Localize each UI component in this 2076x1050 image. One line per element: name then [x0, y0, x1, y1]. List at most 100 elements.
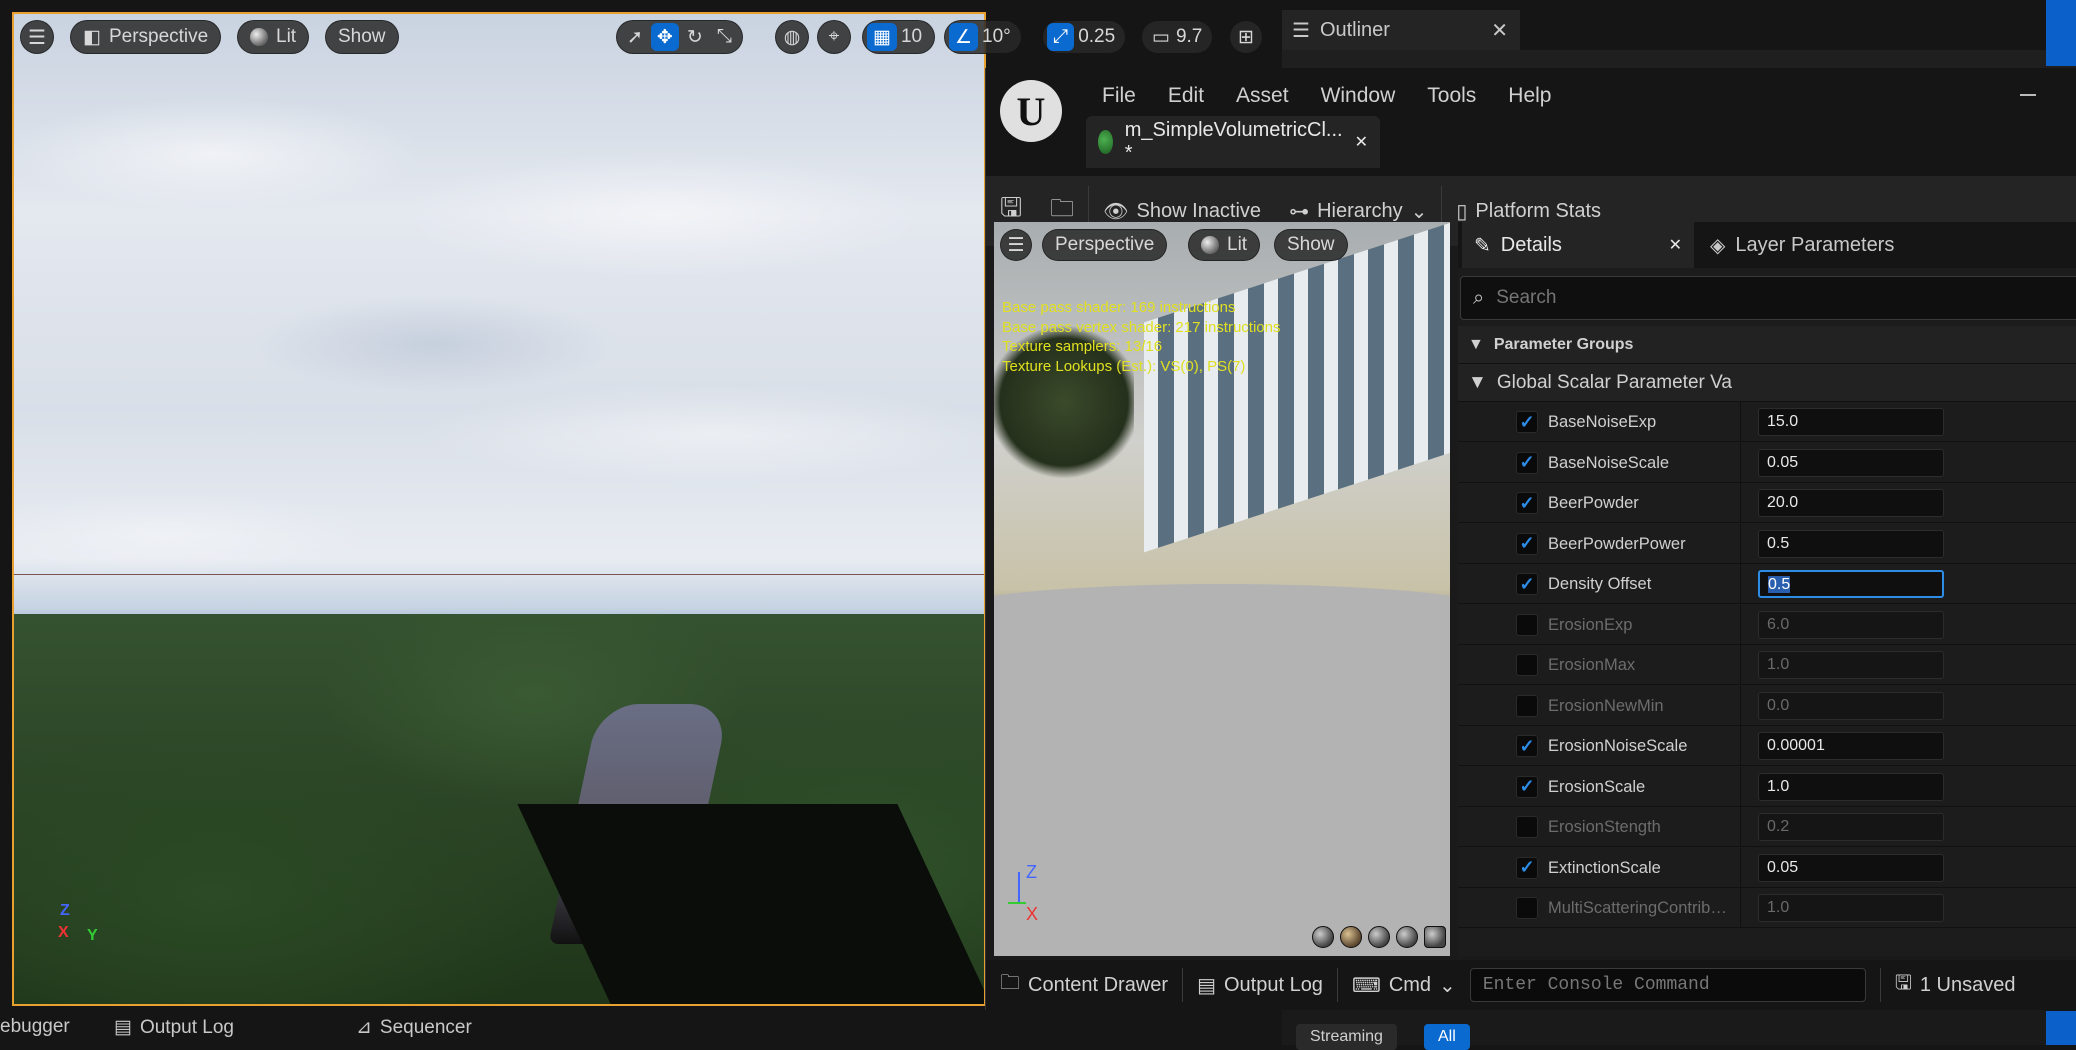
eye-icon: 👁	[1103, 200, 1129, 223]
parameter-value-field[interactable]: 1.0	[1758, 651, 1944, 679]
parameter-enable-checkbox[interactable]	[1516, 654, 1538, 676]
preview-shape-cube-icon[interactable]	[1396, 926, 1418, 948]
scale-mode-icon[interactable]: ⤡	[711, 20, 738, 54]
angle-snap-icon[interactable]: ∠	[949, 23, 979, 51]
select-mode-icon[interactable]: ➚	[621, 20, 649, 54]
preview-shape-custom-icon[interactable]	[1424, 926, 1446, 948]
parameter-enable-checkbox[interactable]: ✓	[1516, 451, 1538, 474]
tab-debugger[interactable]: ebugger	[0, 1016, 70, 1038]
preview-show-button[interactable]: Show	[1274, 229, 1348, 261]
menu-file[interactable]: File	[1086, 76, 1152, 116]
parameter-groups-label: Parameter Groups	[1493, 335, 1634, 353]
parameter-value-field[interactable]: 0.05	[1758, 448, 1944, 477]
scale-snap-group[interactable]: ⤢ 0.25	[1042, 20, 1127, 54]
menu-edit[interactable]: Edit	[1152, 76, 1220, 116]
global-scalar-group-label: Global Scalar Parameter Va	[1496, 371, 1732, 393]
parameter-enable-checkbox[interactable]: ✓	[1516, 735, 1538, 757]
parameter-enable-checkbox[interactable]	[1516, 694, 1538, 717]
world-local-toggle[interactable]: ◍	[775, 20, 809, 54]
rotation-snap-group[interactable]: ∠ 10°	[944, 20, 1022, 54]
menu-window[interactable]: Window	[1305, 76, 1412, 116]
parameter-enable-checkbox[interactable]	[1516, 613, 1538, 636]
viewport-menu-button[interactable]: ☰	[20, 20, 54, 54]
parameter-name: ExtinctionScale	[1548, 858, 1661, 877]
cmd-dropdown[interactable]: ⌨ Cmd ⌄	[1338, 960, 1470, 1010]
parameter-enable-checkbox[interactable]: ✓	[1516, 532, 1538, 555]
grid-snap-value[interactable]: 10	[901, 26, 930, 48]
material-preview-viewport[interactable]: Base pass shader: 169 instructions Base …	[994, 222, 1450, 956]
parameter-enable-checkbox[interactable]: ✓	[1516, 492, 1538, 514]
preview-lit-button[interactable]: Lit	[1188, 229, 1261, 261]
close-icon[interactable]: ✕	[1669, 235, 1682, 255]
rotate-mode-icon[interactable]: ↻	[681, 20, 709, 54]
preview-shape-sphere-icon[interactable]	[1340, 926, 1362, 948]
perspective-button[interactable]: ◧ Perspective	[70, 20, 222, 54]
parameter-value-field[interactable]: 1.0	[1758, 772, 1944, 801]
tab-sequencer[interactable]: ⊿ Sequencer	[356, 1016, 472, 1039]
show-button[interactable]: Show	[325, 20, 399, 54]
console-input[interactable]: Enter Console Command	[1469, 968, 1866, 1002]
scale-snap-value[interactable]: 0.25	[1078, 26, 1121, 48]
axis-x-label: X	[58, 924, 69, 941]
menu-help[interactable]: Help	[1492, 76, 1567, 116]
grid-snap-icon[interactable]: ▦	[867, 23, 897, 51]
menu-asset[interactable]: Asset	[1220, 76, 1305, 116]
grid-snap-group[interactable]: ▦ 10	[862, 20, 936, 54]
preview-shape-cylinder-icon[interactable]	[1312, 926, 1334, 948]
parameter-value-field[interactable]: 0.05	[1758, 853, 1944, 882]
parameter-value-field[interactable]: 1.0	[1758, 894, 1944, 922]
parameter-enable-checkbox[interactable]: ✓	[1516, 573, 1538, 595]
menu-tools[interactable]: Tools	[1411, 76, 1492, 116]
preview-menu-button[interactable]: ☰	[1000, 229, 1032, 261]
asset-tab[interactable]: m_SimpleVolumetricCl... * ✕	[1086, 116, 1380, 168]
parameter-value-field[interactable]: 0.00001	[1758, 732, 1944, 760]
translate-mode-icon[interactable]: ✥	[650, 23, 679, 51]
search-icon: ⌕	[1473, 286, 1485, 309]
close-icon[interactable]: ✕	[1491, 18, 1508, 43]
tab-output-log[interactable]: ▤ Output Log	[114, 1016, 234, 1039]
lit-button[interactable]: Lit	[237, 20, 310, 54]
search-input[interactable]	[1494, 286, 1995, 310]
parameter-groups-header[interactable]: ▼ Parameter Groups	[1458, 326, 2076, 364]
axis-z-line	[1018, 872, 1020, 902]
scale-snap-icon[interactable]: ⤢	[1047, 23, 1075, 51]
parameter-value-field[interactable]: 6.0	[1758, 610, 1944, 639]
tab-details[interactable]: ✎ Details ✕	[1462, 222, 1694, 268]
camera-speed-button[interactable]: ▭ 9.7	[1141, 20, 1214, 54]
minimize-button[interactable]	[2020, 94, 2036, 96]
parameter-enable-checkbox[interactable]	[1516, 816, 1538, 838]
global-scalar-group-header[interactable]: ▼ Global Scalar Parameter Va	[1458, 364, 2076, 402]
output-log-button[interactable]: ▤ Output Log	[1183, 960, 1337, 1010]
tab-outliner[interactable]: ☰ Outliner ✕	[1282, 10, 1520, 50]
status-bar: 🗀 Content Drawer ▤ Output Log ⌨ Cmd ⌄ En…	[986, 960, 2076, 1010]
parameter-value-field[interactable]: 0.5	[1758, 529, 1944, 558]
parameter-value-field[interactable]: 0.5	[1758, 570, 1944, 598]
unsaved-button[interactable]: 🖫 1 Unsaved	[1881, 960, 2030, 1010]
details-search[interactable]: ⌕	[1460, 276, 2076, 320]
all-button[interactable]: All	[1424, 1024, 1470, 1050]
column-divider	[1740, 604, 1741, 644]
preview-perspective-button[interactable]: Perspective	[1042, 229, 1168, 261]
preview-shape-plane-icon[interactable]	[1368, 926, 1390, 948]
parameter-value-field[interactable]: 20.0	[1758, 489, 1944, 517]
surface-snap-toggle[interactable]: ⌖	[817, 20, 851, 54]
parameter-row: ✓ ErosionScale 1.0	[1458, 766, 2076, 807]
tab-layer-parameters[interactable]: ◈ Layer Parameters	[1698, 222, 1906, 268]
parameter-enable-checkbox[interactable]: ✓	[1516, 775, 1538, 798]
axis-y-line	[1008, 902, 1026, 904]
layout-button[interactable]: ⊞	[1229, 20, 1263, 54]
parameter-enable-checkbox[interactable]: ✓	[1516, 411, 1538, 433]
parameter-value-field[interactable]: 15.0	[1758, 408, 1944, 436]
unreal-logo-icon[interactable]: U	[1000, 80, 1062, 142]
level-viewport[interactable]: X Y Z	[14, 14, 984, 1004]
parameter-enable-checkbox[interactable]: ✓	[1516, 856, 1538, 879]
parameter-enable-checkbox[interactable]	[1516, 897, 1538, 919]
streaming-button[interactable]: Streaming	[1296, 1024, 1397, 1050]
parameter-value-field[interactable]: 0.0	[1758, 691, 1944, 720]
rotation-snap-value[interactable]: 10°	[982, 26, 1017, 48]
close-icon[interactable]: ✕	[1355, 132, 1368, 152]
parameter-value-field[interactable]: 0.2	[1758, 813, 1944, 841]
parameter-row: ✓ Density Offset 0.5	[1458, 564, 2076, 604]
content-drawer-button[interactable]: 🗀 Content Drawer	[986, 960, 1182, 1010]
parameter-name: Density Offset	[1548, 575, 1652, 593]
